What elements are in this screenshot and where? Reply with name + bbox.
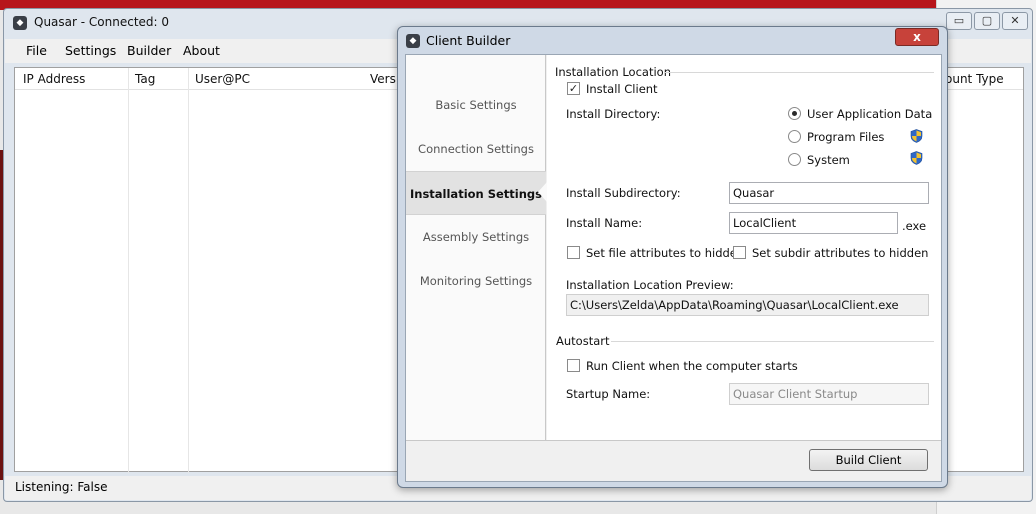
hidden-file-attributes-checkbox[interactable] (567, 246, 580, 259)
column-ip-address[interactable]: IP Address (23, 72, 85, 86)
quasar-app-icon: ◆ (13, 16, 27, 30)
uac-shield-icon (910, 129, 923, 143)
column-tag[interactable]: Tag (135, 72, 155, 86)
listening-status: Listening: False (15, 480, 108, 494)
startup-name-label: Startup Name: (566, 387, 651, 401)
main-window-title: Quasar - Connected: 0 (34, 15, 170, 29)
sidebar-item-monitoring-settings[interactable]: Monitoring Settings (406, 259, 546, 303)
preview-label: Installation Location Preview: (566, 278, 734, 292)
sidebar-item-connection-settings[interactable]: Connection Settings (406, 127, 546, 171)
install-subdirectory-label: Install Subdirectory: (566, 186, 681, 200)
radio-label-system[interactable]: System (807, 153, 850, 167)
radio-system[interactable] (788, 153, 801, 166)
hidden-subdir-attributes-label[interactable]: Set subdir attributes to hidden (752, 246, 928, 260)
run-on-startup-label[interactable]: Run Client when the computer starts (586, 359, 798, 373)
radio-label-user-application-data[interactable]: User Application Data (807, 107, 932, 121)
menu-builder[interactable]: Builder (127, 43, 171, 58)
radio-program-files[interactable] (788, 130, 801, 143)
install-name-input[interactable]: LocalClient (729, 212, 898, 234)
installation-location-group-label: Installation Location (555, 65, 671, 79)
sidebar-item-assembly-settings[interactable]: Assembly Settings (406, 215, 546, 259)
menu-file[interactable]: File (26, 43, 47, 58)
radio-user-application-data[interactable] (788, 107, 801, 120)
dialog-body: Basic Settings Connection Settings Insta… (405, 54, 942, 482)
uac-shield-icon (910, 151, 923, 165)
minimize-button[interactable]: ▭ (946, 12, 972, 30)
startup-name-input[interactable]: Quasar Client Startup (729, 383, 929, 405)
dialog-close-button[interactable]: x (895, 28, 939, 46)
installation-preview-field: C:\Users\Zelda\AppData\Roaming\Quasar\Lo… (566, 294, 929, 316)
close-button[interactable]: ✕ (1002, 12, 1028, 30)
menu-about[interactable]: About (183, 43, 220, 58)
install-directory-label: Install Directory: (566, 107, 661, 121)
run-on-startup-checkbox[interactable] (567, 359, 580, 372)
menu-settings[interactable]: Settings (65, 43, 116, 58)
dialog-title: Client Builder (426, 33, 511, 48)
settings-sidebar: Basic Settings Connection Settings Insta… (406, 55, 546, 440)
build-client-button[interactable]: Build Client (809, 449, 928, 471)
autostart-group-label: Autostart (556, 334, 610, 348)
hidden-file-attributes-label[interactable]: Set file attributes to hidden (586, 246, 744, 260)
group-divider (664, 72, 934, 73)
maximize-button[interactable]: ▢ (974, 12, 1000, 30)
sidebar-item-basic-settings[interactable]: Basic Settings (406, 83, 546, 127)
install-client-label[interactable]: Install Client (586, 82, 658, 96)
install-name-label: Install Name: (566, 216, 643, 230)
client-builder-dialog: ◆ Client Builder x Basic Settings Connec… (397, 26, 948, 488)
group-divider (611, 341, 934, 342)
installation-settings-panel: Installation Location ✓ Install Client I… (547, 55, 941, 440)
exe-suffix-label: .exe (902, 219, 927, 233)
quasar-app-icon: ◆ (406, 34, 420, 48)
install-client-checkbox[interactable]: ✓ (567, 82, 580, 95)
column-account-type[interactable]: ount Type (945, 72, 1004, 86)
dialog-footer: Build Client (406, 440, 941, 481)
radio-label-program-files[interactable]: Program Files (807, 130, 884, 144)
active-section-pointer (538, 182, 547, 202)
column-user-pc[interactable]: User@PC (195, 72, 250, 86)
sidebar-item-installation-settings[interactable]: Installation Settings (406, 171, 546, 215)
column-divider (128, 68, 129, 473)
install-subdirectory-input[interactable]: Quasar (729, 182, 929, 204)
column-divider (188, 68, 189, 473)
hidden-subdir-attributes-checkbox[interactable] (733, 246, 746, 259)
